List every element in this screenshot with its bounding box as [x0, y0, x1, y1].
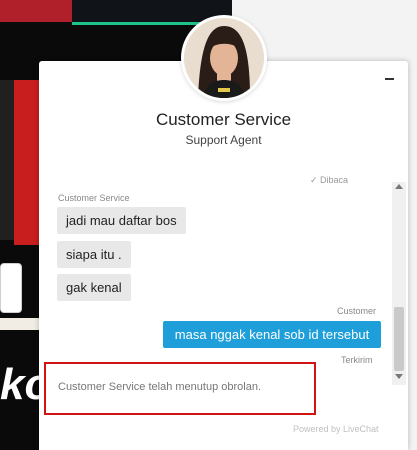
sent-status: Terkirim: [341, 355, 373, 365]
message-sender: Customer: [337, 306, 377, 316]
minimize-icon[interactable]: [384, 73, 396, 85]
agent-avatar: [181, 15, 267, 101]
agent-name: Customer Service: [155, 110, 292, 129]
message-bubble-incoming: siapa itu .: [57, 241, 131, 268]
scrollbar-thumb[interactable]: [394, 307, 404, 371]
powered-by-link[interactable]: Powered by LiveChat: [293, 424, 379, 434]
agent-role: Support Agent: [185, 133, 262, 147]
background-band: [0, 318, 40, 330]
message-bubble-incoming: jadi mau daftar bos: [57, 207, 186, 234]
background-input: [0, 263, 22, 313]
message-bubble-incoming: gak kenal: [57, 274, 131, 301]
message-sender: Customer Service: [58, 193, 130, 203]
background-banner-red: [0, 0, 72, 22]
message-bubble-outgoing: masa nggak kenal sob id tersebut: [163, 321, 381, 348]
read-status: ✓ Dibaca: [310, 175, 349, 185]
background-promo-card: [14, 80, 40, 245]
scroll-up-icon[interactable]: [395, 184, 403, 189]
scroll-down-icon[interactable]: [395, 374, 403, 379]
chat-closed-text: Customer Service telah menutup obrolan.: [58, 381, 261, 393]
agent-photo: [184, 18, 264, 98]
